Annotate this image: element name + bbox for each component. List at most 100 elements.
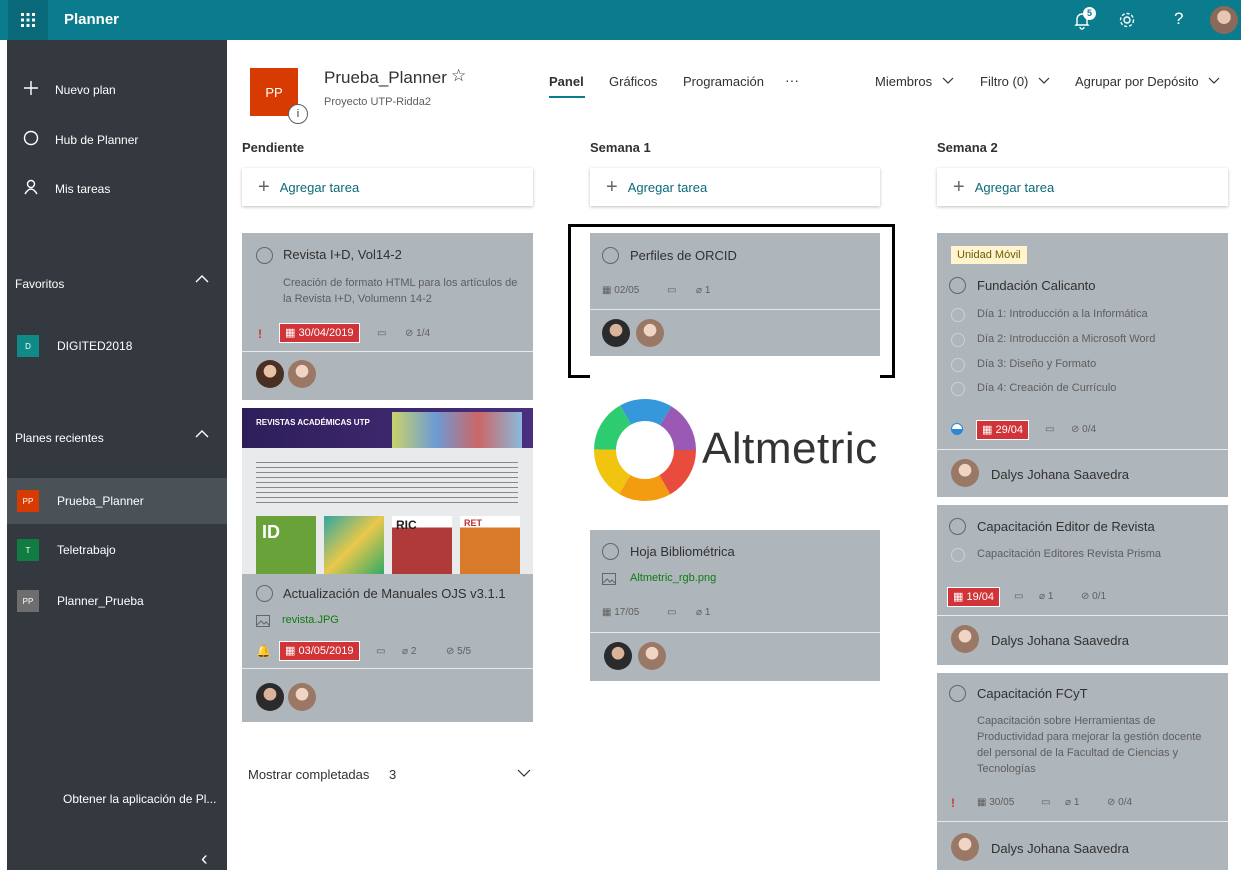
group-by-label: Agrupar por Depósito bbox=[1075, 74, 1199, 89]
task-title: Capacitación FCyT bbox=[977, 686, 1088, 701]
tab-schedule[interactable]: Programación bbox=[683, 74, 764, 89]
assignee-avatar[interactable] bbox=[256, 683, 284, 711]
members-dropdown[interactable]: Miembros bbox=[875, 74, 954, 89]
calendar-icon: ▦ bbox=[982, 424, 996, 436]
urgent-bell-icon: 🔔 bbox=[256, 644, 271, 658]
app-title[interactable]: Planner bbox=[64, 11, 119, 28]
add-task-label: Agregar tarea bbox=[627, 179, 708, 195]
plan-tile-initials: PP bbox=[265, 84, 283, 100]
get-app-link[interactable]: Obtener la aplicación de Pl... bbox=[63, 792, 216, 806]
task-card[interactable]: Revista I+D, Vol14-2 Creación de formato… bbox=[242, 233, 533, 400]
add-task-label: Agregar tarea bbox=[279, 179, 360, 195]
due-date: 30/04/2019 bbox=[298, 327, 354, 339]
paperclip-icon: ⌀ bbox=[1065, 797, 1074, 808]
new-plan-button[interactable]: Nuevo plan bbox=[7, 68, 227, 112]
show-completed-toggle[interactable]: Mostrar completadas 3 bbox=[248, 767, 396, 782]
assignee-avatar[interactable] bbox=[288, 360, 316, 388]
assignee-avatar[interactable] bbox=[604, 642, 632, 670]
bucket-title[interactable]: Semana 1 bbox=[590, 140, 651, 155]
checklist-item-checkbox[interactable] bbox=[951, 357, 965, 372]
cover-text-block bbox=[256, 462, 518, 506]
checklist-icon: ⊘ bbox=[1107, 797, 1119, 808]
task-card[interactable]: Altmetric Hoja Bibliométrica Altmetric_r… bbox=[590, 370, 880, 681]
plus-icon bbox=[7, 80, 55, 101]
attachment-link[interactable]: revista.JPG bbox=[282, 614, 339, 626]
plan-info-button[interactable]: i bbox=[288, 104, 308, 124]
bucket-title[interactable]: Pendiente bbox=[242, 140, 304, 155]
user-avatar[interactable] bbox=[1210, 6, 1238, 34]
comment-icon: ▭ bbox=[667, 607, 677, 618]
task-card[interactable]: Capacitación FCyT Capacitación sobre Her… bbox=[937, 673, 1228, 870]
recent-plan-planner-prueba[interactable]: PP Planner_Prueba bbox=[7, 579, 227, 623]
complete-task-checkbox[interactable] bbox=[949, 685, 966, 703]
highlight-frame bbox=[568, 224, 895, 378]
assignee-avatar[interactable] bbox=[638, 642, 666, 670]
checklist-icon: ⊘ bbox=[405, 328, 417, 339]
checklist-progress: ⊘ 0/4 bbox=[1107, 797, 1132, 808]
assignee-avatar[interactable] bbox=[256, 360, 284, 388]
complete-task-checkbox[interactable] bbox=[949, 277, 966, 295]
checklist-item-checkbox[interactable] bbox=[951, 547, 965, 562]
more-tabs-button[interactable]: ··· bbox=[785, 72, 799, 88]
assignee-name: Dalys Johana Saavedra bbox=[991, 841, 1130, 856]
assignee-avatar[interactable] bbox=[951, 833, 979, 861]
assignee-avatar[interactable] bbox=[288, 683, 316, 711]
help-icon[interactable]: ? bbox=[1174, 9, 1183, 29]
checklist-item-checkbox[interactable] bbox=[951, 332, 965, 347]
complete-task-checkbox[interactable] bbox=[602, 543, 619, 561]
checklist-item: Día 2: Introducción a Microsoft Word bbox=[977, 333, 1156, 345]
checklist-item-checkbox[interactable] bbox=[951, 381, 965, 396]
app-launcher-icon[interactable] bbox=[8, 0, 48, 40]
checklist-icon: ⊘ bbox=[1081, 591, 1093, 602]
task-card[interactable]: Capacitación Editor de Revista Capacitac… bbox=[937, 505, 1228, 665]
task-title: Hoja Bibliométrica bbox=[630, 544, 735, 559]
add-task-button[interactable]: + Agregar tarea bbox=[937, 168, 1228, 206]
card-cover-image: Altmetric bbox=[590, 370, 880, 530]
chevron-down-icon bbox=[942, 77, 954, 84]
tab-panel[interactable]: Panel bbox=[549, 74, 584, 89]
favorite-plan-digited2018[interactable]: D DIGITED2018 bbox=[7, 324, 227, 368]
bucket-title[interactable]: Semana 2 bbox=[937, 140, 998, 155]
collapse-sidebar-button[interactable]: ‹ bbox=[201, 848, 208, 870]
due-date: 03/05/2019 bbox=[298, 645, 354, 657]
plus-icon: + bbox=[606, 175, 618, 198]
favorites-collapse-chevron-icon[interactable] bbox=[195, 272, 209, 289]
complete-task-checkbox[interactable] bbox=[256, 247, 273, 265]
recent-plan-teletrabajo[interactable]: T Teletrabajo bbox=[7, 528, 227, 572]
assignee-avatar[interactable] bbox=[951, 459, 979, 487]
cover-journal-ret: RET bbox=[460, 516, 520, 574]
settings-gear-icon[interactable] bbox=[1118, 11, 1136, 34]
task-card[interactable]: REVISTAS ACADÉMICAS UTP ID RIC RET Actua… bbox=[242, 408, 533, 722]
assignee-avatar[interactable] bbox=[951, 625, 979, 653]
filter-dropdown[interactable]: Filtro (0) bbox=[980, 74, 1050, 89]
planner-hub-label: Hub de Planner bbox=[55, 133, 139, 147]
notification-count-badge: 5 bbox=[1083, 7, 1096, 20]
notifications-bell-icon[interactable]: 5 bbox=[1072, 7, 1096, 32]
calendar-icon: ▦ bbox=[953, 591, 967, 603]
plan-group-name[interactable]: Proyecto UTP-Ridda2 bbox=[324, 96, 431, 108]
add-task-button[interactable]: + Agregar tarea bbox=[242, 168, 533, 206]
due-date-text: 30/05 bbox=[989, 797, 1015, 808]
complete-task-checkbox[interactable] bbox=[949, 518, 966, 536]
left-navigation: Nuevo plan Hub de Planner Mis tareas Fav… bbox=[7, 40, 227, 870]
checklist-count: 0/4 bbox=[1118, 797, 1133, 808]
checklist-item-checkbox[interactable] bbox=[951, 307, 965, 322]
tab-charts[interactable]: Gráficos bbox=[609, 74, 657, 89]
my-tasks-button[interactable]: Mis tareas bbox=[7, 167, 227, 211]
comment-icon: ▭ bbox=[1045, 424, 1055, 435]
attachment-count: ⌀ 2 bbox=[402, 646, 416, 657]
add-task-button[interactable]: + Agregar tarea bbox=[590, 168, 880, 206]
task-card[interactable]: Unidad Móvil Fundación Calicanto Día 1: … bbox=[937, 233, 1228, 497]
group-by-dropdown[interactable]: Agrupar por Depósito bbox=[1075, 74, 1220, 89]
planner-hub-button[interactable]: Hub de Planner bbox=[7, 118, 227, 162]
filter-label: Filtro (0) bbox=[980, 74, 1029, 89]
chevron-down-icon[interactable] bbox=[517, 766, 531, 784]
recent-plan-prueba-planner[interactable]: PP Prueba_Planner bbox=[7, 478, 227, 524]
favorite-star-icon[interactable]: ☆ bbox=[451, 66, 466, 86]
attachment-link[interactable]: Altmetric_rgb.png bbox=[630, 572, 716, 584]
recent-collapse-chevron-icon[interactable] bbox=[195, 427, 209, 444]
plan-tile-icon: D bbox=[17, 335, 39, 357]
card-divider bbox=[590, 632, 880, 633]
checklist-progress: ⊘ 5/5 bbox=[446, 646, 471, 657]
complete-task-checkbox[interactable] bbox=[256, 585, 273, 603]
